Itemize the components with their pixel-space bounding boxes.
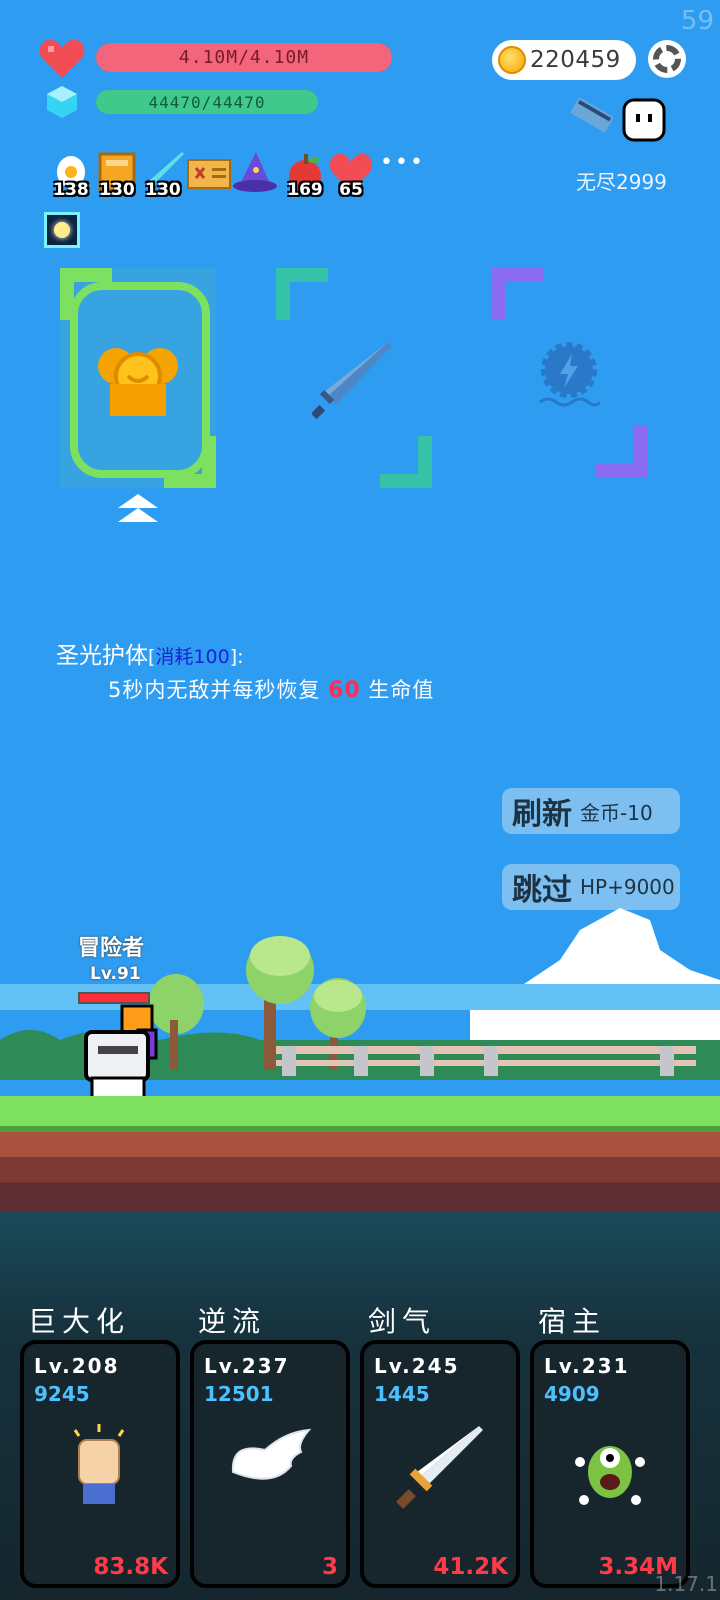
skill-number: 1445 (374, 1382, 430, 1406)
skill-cost: 消耗100 (155, 646, 230, 668)
skill-cost-close: ]: (229, 646, 244, 668)
skill-title: 宿主 (538, 1305, 607, 1338)
sword-icon (364, 1422, 516, 1512)
skill-desc-pre: 5秒内无敌并每秒恢复 (108, 678, 321, 702)
skip-reward: HP+9000 (580, 875, 675, 899)
skill-level: Lv.245 (374, 1354, 460, 1378)
ground-dirt (0, 1132, 720, 1216)
inventory-item[interactable] (186, 150, 232, 196)
inventory-count: 169 (287, 180, 323, 200)
sword-icon (310, 338, 394, 420)
buff-icon (44, 212, 80, 248)
skill-title: 剑气 (368, 1305, 437, 1338)
ground-grass (0, 1096, 720, 1132)
skill-card[interactable]: Lv.208 9245 83.8K (20, 1340, 180, 1588)
map-icon (186, 159, 232, 200)
inventory-item[interactable]: 169 (282, 150, 328, 200)
skill-number: 4909 (544, 1382, 600, 1406)
wizard-hat-icon (232, 152, 278, 200)
crystal-icon (44, 84, 80, 120)
heart-icon (38, 36, 86, 80)
skill-card[interactable]: Lv.231 4909 3.34M (530, 1340, 690, 1588)
ghost-pet-icon[interactable] (620, 96, 668, 144)
player-level: Lv.91 (90, 964, 141, 984)
coin-display: 220459 (492, 40, 636, 80)
wing-icon (194, 1422, 346, 1492)
inventory-item[interactable]: 138 (48, 150, 94, 200)
stage-scroll-icon[interactable] (568, 96, 618, 136)
mp-bar: 44470/44470 (96, 90, 318, 114)
skill-desc-post: 生命值 (368, 678, 435, 702)
skill-title: 巨大化 (28, 1305, 131, 1338)
fps-counter: 59 (680, 6, 714, 36)
settings-gear-icon[interactable] (648, 40, 686, 78)
skill-name: 圣光护体 (56, 643, 148, 669)
inventory-count: 65 (339, 180, 363, 200)
skill-description-title: 圣光护体[消耗100]: (56, 636, 244, 670)
skill-level: Lv.208 (34, 1354, 120, 1378)
monster-icon (534, 1422, 686, 1512)
skill-desc-value: 60 (328, 678, 361, 703)
knight-player-icon (82, 1004, 160, 1100)
skill-description-text: 5秒内无敌并每秒恢复 60 生命值 (108, 674, 434, 704)
version-label: 1.17.1 (654, 1572, 718, 1596)
skill-card[interactable]: Lv.237 12501 3 (190, 1340, 350, 1588)
inventory-count: 130 (145, 180, 181, 200)
inventory-count: 138 (53, 180, 89, 200)
hp-text: 4.10M/4.10M (178, 47, 310, 68)
coin-amount: 220459 (530, 47, 621, 73)
skill-level: Lv.231 (544, 1354, 630, 1378)
skill-level: Lv.237 (204, 1354, 290, 1378)
skill-value: 3 (321, 1554, 338, 1580)
inventory-item[interactable]: 130 (140, 150, 186, 200)
player-hp-bar (78, 992, 150, 1004)
lightning-gear-icon (538, 340, 602, 410)
skill-value: 83.8K (93, 1554, 168, 1580)
upgrade-arrow-icon (116, 492, 160, 526)
inventory-item[interactable] (232, 150, 278, 196)
player-title: 冒险者 (78, 936, 145, 961)
refresh-cost: 金币-10 (580, 800, 653, 825)
endless-stage-label: 无尽2999 (576, 170, 667, 194)
more-items-button[interactable]: ••• (380, 150, 425, 175)
refresh-label: 刷新 (512, 797, 572, 832)
refresh-button[interactable]: 刷新 金币-10 (502, 788, 680, 834)
fist-icon (24, 1422, 176, 1512)
skill-number: 12501 (204, 1382, 274, 1406)
skill-value: 41.2K (433, 1554, 508, 1580)
coin-icon (498, 46, 526, 74)
skill-card[interactable]: Lv.245 1445 41.2K (360, 1340, 520, 1588)
skill-number: 9245 (34, 1382, 90, 1406)
inventory-item[interactable]: 65 (328, 150, 374, 200)
mp-text: 44470/44470 (148, 92, 266, 112)
inventory-item[interactable]: 130 (94, 150, 140, 200)
skill-title: 逆流 (198, 1305, 267, 1338)
inventory-count: 130 (99, 180, 135, 200)
gold-pile-icon (96, 340, 180, 420)
hp-bar: 4.10M/4.10M (96, 43, 392, 72)
